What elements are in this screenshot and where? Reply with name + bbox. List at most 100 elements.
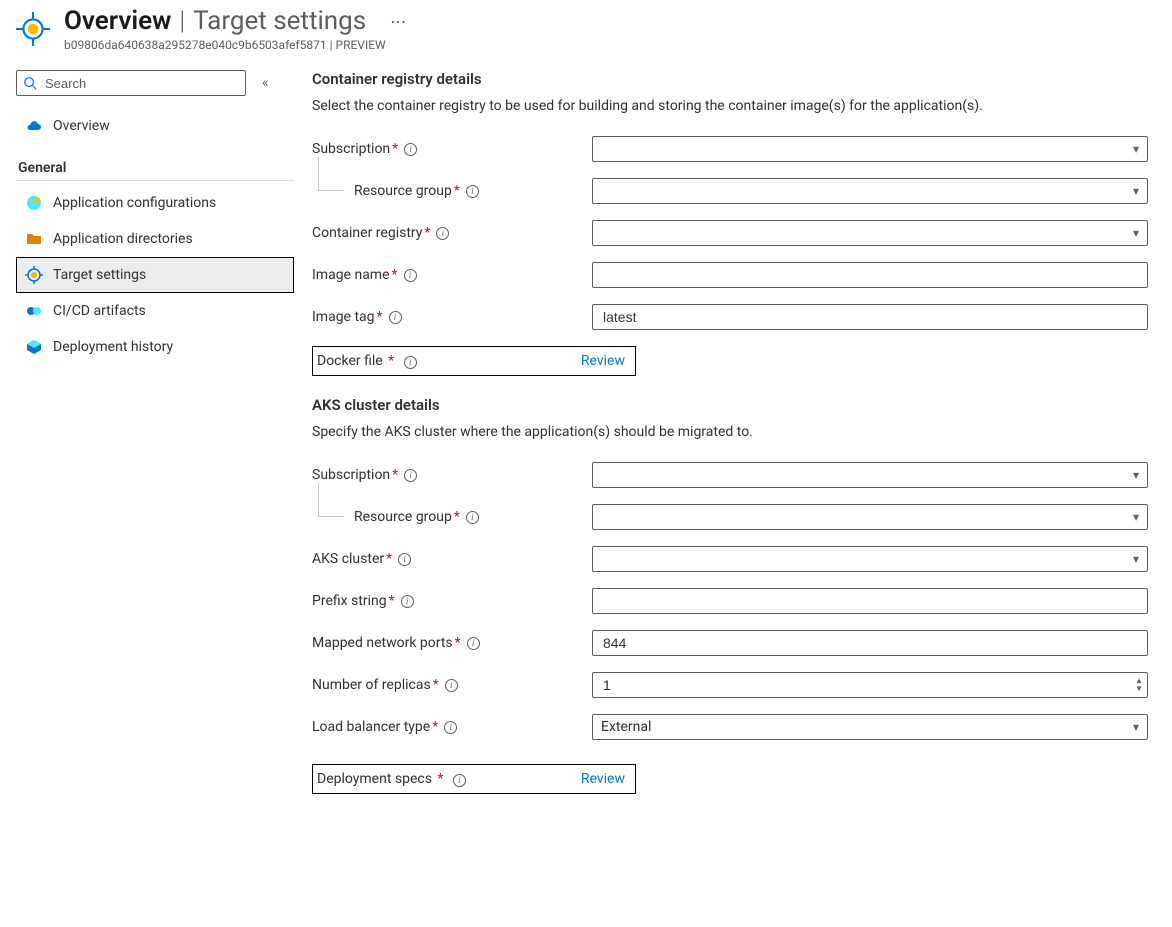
label-resource-group: Resource group — [354, 183, 452, 199]
info-icon[interactable]: i — [466, 185, 479, 198]
deployment-specs-review-row: Deployment specs * i Review — [312, 764, 636, 794]
label-container-registry: Container registry — [312, 225, 422, 241]
info-icon[interactable]: i — [404, 269, 417, 282]
required-mark: * — [388, 353, 394, 369]
label-lb-type: Load balancer type — [312, 719, 430, 735]
ports-input[interactable] — [601, 634, 1139, 652]
sidebar-item-label: Application configurations — [53, 195, 216, 211]
main-content: Container registry details Select the co… — [294, 70, 1156, 814]
target-icon — [25, 266, 43, 284]
replicas-input[interactable] — [601, 676, 1125, 694]
docker-file-review-row: Docker file * i Review — [312, 346, 636, 376]
label-deployment-specs: Deployment specs — [317, 771, 432, 787]
required-mark: * — [386, 551, 392, 567]
info-icon[interactable]: i — [445, 679, 458, 692]
label-prefix-string: Prefix string — [312, 593, 387, 609]
sidebar-item-label: CI/CD artifacts — [53, 303, 146, 319]
required-mark: * — [389, 593, 395, 609]
info-icon[interactable]: i — [404, 356, 417, 369]
subscription-dropdown[interactable]: ▾ — [592, 136, 1148, 162]
label-image-name: Image name — [312, 267, 390, 283]
info-icon[interactable]: i — [453, 774, 466, 787]
required-mark: * — [377, 309, 383, 325]
sidebar-item-app-configurations[interactable]: Application configurations — [16, 185, 294, 221]
required-mark: * — [432, 719, 438, 735]
info-icon[interactable]: i — [466, 511, 479, 524]
collapse-sidebar-button[interactable]: « — [262, 75, 269, 91]
title-separator: | — [179, 6, 185, 36]
cloud-icon — [25, 117, 43, 135]
resource-group-dropdown[interactable]: ▾ — [592, 178, 1148, 204]
ports-input-wrapper — [592, 630, 1148, 656]
sidebar-item-deployment-history[interactable]: Deployment history — [16, 329, 294, 365]
label-subscription: Subscription — [312, 141, 390, 157]
sidebar-group-general: General — [16, 160, 294, 176]
info-icon[interactable]: i — [436, 227, 449, 240]
sidebar-item-overview[interactable]: Overview — [16, 108, 294, 144]
section-desc-aks: Specify the AKS cluster where the applic… — [312, 424, 1148, 440]
info-icon[interactable]: i — [404, 469, 417, 482]
prefix-input-wrapper — [592, 588, 1148, 614]
target-resource-icon — [16, 12, 50, 46]
info-icon[interactable]: i — [389, 311, 402, 324]
aks-resource-group-dropdown[interactable]: ▾ — [592, 504, 1148, 530]
sidebar-item-target-settings[interactable]: Target settings — [16, 257, 294, 293]
required-mark: * — [392, 267, 398, 283]
sidebar-search[interactable] — [16, 70, 246, 96]
required-mark: * — [392, 467, 398, 483]
chevron-down-icon: ▾ — [1133, 468, 1139, 482]
info-icon[interactable]: i — [467, 637, 480, 650]
docker-file-review-link[interactable]: Review — [581, 353, 625, 369]
label-aks-subscription: Subscription — [312, 467, 390, 483]
chevron-down-icon: ▾ — [1133, 142, 1139, 156]
lb-type-dropdown[interactable]: External ▾ — [592, 714, 1148, 740]
more-actions-button[interactable]: ⋯ — [390, 12, 407, 31]
stepper-down-icon[interactable]: ▼ — [1135, 685, 1143, 693]
app-config-icon — [25, 194, 43, 212]
label-aks-resource-group: Resource group — [354, 509, 452, 525]
label-image-tag: Image tag — [312, 309, 375, 325]
sidebar-item-label: Application directories — [53, 231, 193, 247]
chevron-down-icon: ▾ — [1133, 720, 1139, 734]
info-icon[interactable]: i — [404, 143, 417, 156]
sidebar-item-cicd-artifacts[interactable]: CI/CD artifacts — [16, 293, 294, 329]
page-subtitle: Target settings — [193, 6, 366, 36]
label-docker-file: Docker file — [317, 353, 383, 369]
label-aks-cluster: AKS cluster — [312, 551, 384, 567]
image-tag-input-wrapper — [592, 304, 1148, 330]
page-title: Overview — [64, 6, 171, 36]
image-tag-input[interactable] — [601, 308, 1139, 326]
image-name-input-wrapper — [592, 262, 1148, 288]
folder-icon — [25, 230, 43, 248]
sidebar-item-app-directories[interactable]: Application directories — [16, 221, 294, 257]
section-title-registry: Container registry details — [312, 70, 1148, 88]
sidebar: « Overview General Application configura… — [16, 70, 294, 814]
container-registry-dropdown[interactable]: ▾ — [592, 220, 1148, 246]
required-mark: * — [433, 677, 439, 693]
prefix-input[interactable] — [601, 592, 1139, 610]
tree-connector — [318, 157, 344, 191]
info-icon[interactable]: i — [444, 721, 457, 734]
sidebar-search-input[interactable] — [43, 75, 239, 92]
replicas-stepper[interactable]: ▲ ▼ — [592, 672, 1148, 698]
aks-subscription-dropdown[interactable]: ▾ — [592, 462, 1148, 488]
pipeline-icon — [25, 302, 43, 320]
required-mark: * — [454, 509, 460, 525]
section-desc-registry: Select the container registry to be used… — [312, 98, 1148, 114]
image-name-input[interactable] — [601, 266, 1139, 284]
required-mark: * — [424, 225, 430, 241]
chevron-down-icon: ▾ — [1133, 510, 1139, 524]
info-icon[interactable]: i — [401, 595, 414, 608]
required-mark: * — [455, 635, 461, 651]
sidebar-item-label: Deployment history — [53, 339, 173, 355]
label-replicas: Number of replicas — [312, 677, 431, 693]
tree-connector — [318, 483, 344, 517]
dropdown-value: External — [601, 719, 651, 735]
required-mark: * — [437, 771, 443, 787]
aks-cluster-dropdown[interactable]: ▾ — [592, 546, 1148, 572]
info-icon[interactable]: i — [398, 553, 411, 566]
deployment-specs-review-link[interactable]: Review — [581, 771, 625, 787]
label-mapped-ports: Mapped network ports — [312, 635, 453, 651]
required-mark: * — [392, 141, 398, 157]
chevron-down-icon: ▾ — [1133, 552, 1139, 566]
